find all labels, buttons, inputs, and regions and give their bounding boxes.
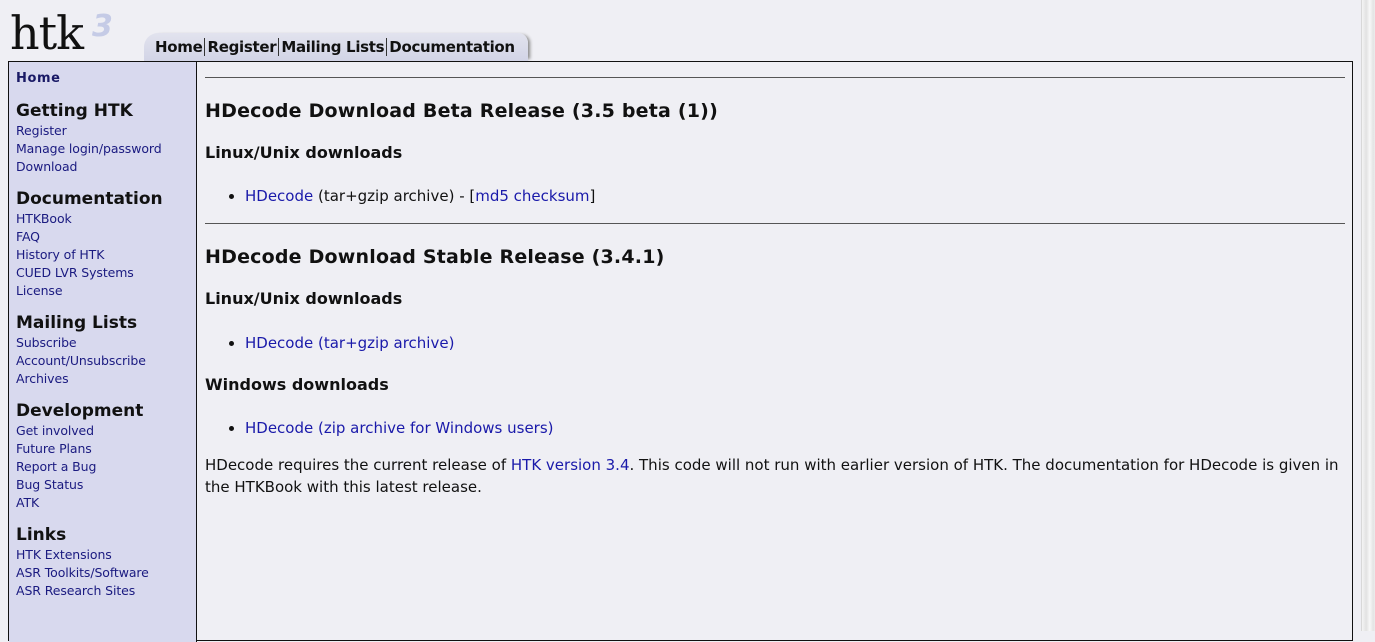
sidebar-item-register[interactable]: Register: [16, 122, 196, 140]
sidebar-item-faq[interactable]: FAQ: [16, 228, 196, 246]
sidebar-item-asr-research-sites[interactable]: ASR Research Sites: [16, 582, 196, 600]
sidebar-item-manage-login[interactable]: Manage login/password: [16, 140, 196, 158]
logo-superscript: 3: [92, 9, 113, 44]
stable-windows-download-link[interactable]: HDecode (zip archive for Windows users): [245, 419, 554, 437]
stable-windows-subheading: Windows downloads: [205, 375, 389, 394]
sidebar-section-getting-htk: Getting HTK Register Manage login/passwo…: [16, 100, 196, 176]
list-item: HDecode (zip archive for Windows users): [245, 418, 1345, 438]
note-prefix: HDecode requires the current release of: [205, 456, 511, 474]
sidebar-item-subscribe[interactable]: Subscribe: [16, 334, 196, 352]
top-nav-register[interactable]: Register: [207, 38, 276, 56]
sidebar-item-bug-status[interactable]: Bug Status: [16, 476, 196, 494]
sidebar-item-cued-lvr[interactable]: CUED LVR Systems: [16, 264, 196, 282]
sidebar-section-development: Development Get involved Future Plans Re…: [16, 400, 196, 512]
list-item: HDecode (tar+gzip archive): [245, 333, 1345, 353]
htk-version-link[interactable]: HTK version 3.4: [511, 456, 630, 474]
sidebar-item-archives[interactable]: Archives: [16, 370, 196, 388]
sidebar-section-mailing-lists: Mailing Lists Subscribe Account/Unsubscr…: [16, 312, 196, 388]
sidebar-item-htkbook[interactable]: HTKBook: [16, 210, 196, 228]
top-nav-mailing-lists[interactable]: Mailing Lists: [281, 38, 384, 56]
requirements-note: HDecode requires the current release of …: [205, 454, 1345, 498]
sidebar-item-future-plans[interactable]: Future Plans: [16, 440, 196, 458]
stable-linux-download-list: HDecode (tar+gzip archive): [205, 333, 1345, 353]
bracket-text: ]: [589, 187, 596, 205]
nav-separator: [278, 38, 280, 56]
sidebar-item-get-involved[interactable]: Get involved: [16, 422, 196, 440]
beta-download-list: HDecode (tar+gzip archive) - [md5 checks…: [205, 186, 1345, 206]
divider: [205, 77, 1345, 78]
beta-release-heading: HDecode Download Beta Release (3.5 beta …: [205, 100, 718, 122]
sidebar-item-asr-toolkits[interactable]: ASR Toolkits/Software: [16, 564, 196, 582]
archive-type-text: (tar+gzip archive) - [: [313, 187, 476, 205]
sidebar-section-title: Development: [16, 401, 144, 421]
stable-linux-subheading: Linux/Unix downloads: [205, 289, 403, 308]
logo-text: htk: [10, 6, 84, 60]
sidebar-section-title: Links: [16, 525, 67, 545]
top-nav-documentation[interactable]: Documentation: [389, 38, 515, 56]
stable-release-heading: HDecode Download Stable Release (3.4.1): [205, 246, 665, 268]
sidebar-home-link[interactable]: Home: [16, 70, 196, 88]
sidebar-item-download[interactable]: Download: [16, 158, 196, 176]
sidebar: Home Getting HTK Register Manage login/p…: [9, 62, 197, 642]
sidebar-item-account-unsubscribe[interactable]: Account/Unsubscribe: [16, 352, 196, 370]
sidebar-item-atk[interactable]: ATK: [16, 494, 196, 512]
divider: [205, 223, 1345, 224]
stable-windows-download-list: HDecode (zip archive for Windows users): [205, 418, 1345, 438]
top-nav-tab: Home Register Mailing Lists Documentatio…: [144, 33, 528, 61]
list-item: HDecode (tar+gzip archive) - [md5 checks…: [245, 186, 1345, 206]
sidebar-section-links: Links HTK Extensions ASR Toolkits/Softwa…: [16, 524, 196, 600]
sidebar-item-license[interactable]: License: [16, 282, 196, 300]
sidebar-section-title: Documentation: [16, 189, 163, 209]
top-nav-home[interactable]: Home: [155, 38, 203, 56]
beta-linux-subheading: Linux/Unix downloads: [205, 143, 403, 162]
md5-checksum-link[interactable]: md5 checksum: [475, 187, 589, 205]
sidebar-item-history[interactable]: History of HTK: [16, 246, 196, 264]
main-content: HDecode Download Beta Release (3.5 beta …: [205, 62, 1345, 498]
sidebar-item-htk-extensions[interactable]: HTK Extensions: [16, 546, 196, 564]
page-scrollbar[interactable]: [1361, 0, 1375, 631]
nav-separator: [386, 38, 388, 56]
beta-hdecode-download-link[interactable]: HDecode: [245, 187, 313, 205]
sidebar-section-title: Mailing Lists: [16, 313, 138, 333]
stable-linux-download-link[interactable]: HDecode (tar+gzip archive): [245, 334, 454, 352]
sidebar-section-documentation: Documentation HTKBook FAQ History of HTK…: [16, 188, 196, 300]
htk-logo[interactable]: htk 3: [10, 10, 113, 56]
nav-separator: [204, 38, 206, 56]
sidebar-item-report-bug[interactable]: Report a Bug: [16, 458, 196, 476]
sidebar-section-title: Getting HTK: [16, 101, 133, 121]
